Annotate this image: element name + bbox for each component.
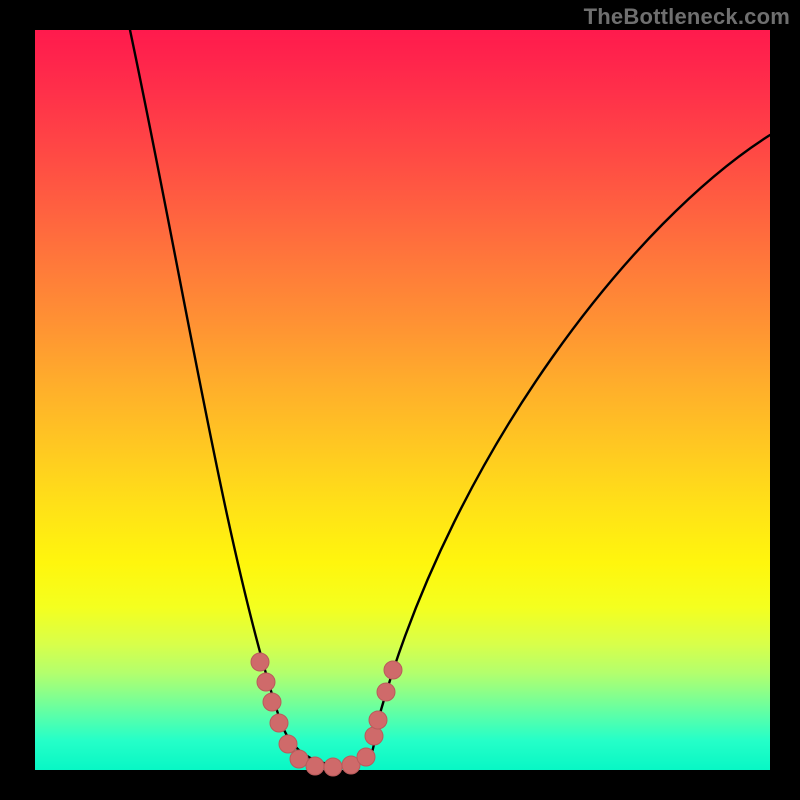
bottleneck-curve [130, 30, 770, 765]
dot-cluster [251, 653, 402, 776]
curve-dot [270, 714, 288, 732]
curve-dot [257, 673, 275, 691]
curve-dot [369, 711, 387, 729]
curve-dot [251, 653, 269, 671]
curve-dot [290, 750, 308, 768]
plot-area [35, 30, 770, 770]
curve-dot [365, 727, 383, 745]
curve-dot [324, 758, 342, 776]
curve-dot [357, 748, 375, 766]
curve-dot [263, 693, 281, 711]
chart-svg [35, 30, 770, 770]
curve-dot [306, 757, 324, 775]
curve-dot [377, 683, 395, 701]
curve-dot [279, 735, 297, 753]
chart-stage: TheBottleneck.com [0, 0, 800, 800]
watermark: TheBottleneck.com [584, 4, 790, 30]
curve-dot [384, 661, 402, 679]
